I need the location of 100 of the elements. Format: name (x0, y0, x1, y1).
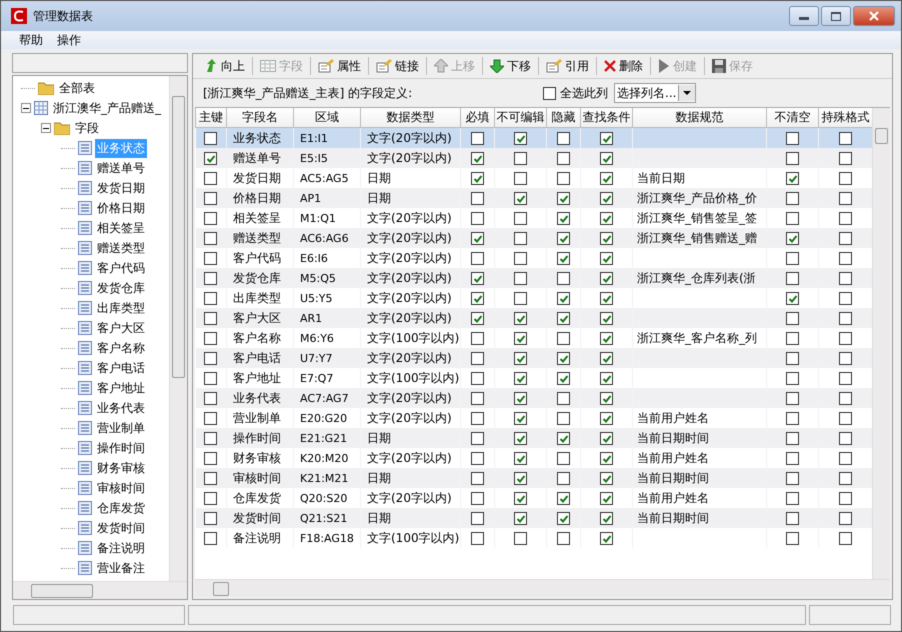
filter-field[interactable] (12, 53, 188, 73)
checkbox[interactable] (514, 452, 527, 466)
checkbox[interactable] (557, 212, 570, 226)
checkbox[interactable] (471, 152, 484, 166)
checkbox[interactable] (557, 232, 570, 246)
checkbox[interactable] (471, 232, 484, 246)
checkbox[interactable] (557, 412, 570, 426)
collapse-toggle-icon[interactable] (21, 103, 31, 113)
checkbox[interactable] (557, 512, 570, 526)
checkbox[interactable] (600, 192, 613, 206)
checkbox[interactable] (471, 312, 484, 326)
checkbox[interactable] (557, 252, 570, 266)
checkbox[interactable] (514, 312, 527, 326)
column-header[interactable]: 持殊格式 (818, 108, 872, 128)
toolbar-button[interactable]: 向上 (201, 56, 248, 76)
checkbox[interactable] (786, 252, 799, 266)
tree-item[interactable]: 备注说明 (95, 538, 147, 558)
checkbox[interactable] (600, 232, 613, 246)
column-header[interactable]: 查找条件 (580, 108, 632, 128)
checkbox[interactable] (204, 432, 218, 446)
tree-item[interactable]: 发货时间 (95, 518, 147, 538)
tree-item[interactable]: 营业备注 (95, 558, 147, 578)
checkbox[interactable] (557, 532, 570, 546)
checkbox[interactable] (839, 412, 852, 426)
checkbox[interactable] (557, 332, 570, 346)
tree-item[interactable]: 审核时间 (95, 478, 147, 498)
column-header[interactable]: 必填 (460, 108, 494, 128)
checkbox[interactable] (514, 292, 527, 306)
checkbox[interactable] (514, 372, 527, 386)
checkbox[interactable] (839, 532, 852, 546)
checkbox[interactable] (557, 392, 570, 406)
scrollbar[interactable] (872, 108, 890, 579)
column-dropdown[interactable]: 选择列名... (614, 83, 696, 103)
checkbox[interactable] (786, 312, 799, 326)
checkbox[interactable] (786, 292, 799, 306)
checkbox[interactable] (839, 212, 852, 226)
checkbox[interactable] (557, 472, 570, 486)
tree-item[interactable]: 营业制单 (95, 418, 147, 438)
tree-item[interactable]: 相关签呈 (95, 218, 147, 238)
checkbox[interactable] (471, 272, 484, 286)
checkbox[interactable] (557, 312, 570, 326)
checkbox[interactable] (204, 392, 218, 406)
menu-item[interactable]: 操作 (57, 32, 81, 48)
toolbar-button[interactable]: 链接 (373, 56, 422, 76)
checkbox[interactable] (204, 472, 218, 486)
column-header[interactable]: 字段名 (226, 108, 294, 128)
checkbox[interactable] (204, 352, 218, 366)
checkbox[interactable] (557, 152, 570, 166)
checkbox[interactable] (600, 372, 613, 386)
checkbox[interactable] (600, 532, 613, 546)
checkbox[interactable] (786, 352, 799, 366)
checkbox[interactable] (600, 132, 613, 146)
column-header[interactable]: 区域 (294, 108, 360, 128)
checkbox[interactable] (786, 492, 799, 506)
checkbox[interactable] (471, 452, 484, 466)
checkbox[interactable] (600, 332, 613, 346)
checkbox[interactable] (514, 432, 527, 446)
tree-item[interactable]: 客户代码 (95, 258, 147, 278)
checkbox[interactable] (471, 332, 484, 346)
checkbox[interactable] (839, 332, 852, 346)
tree-item[interactable]: 客户地址 (95, 378, 147, 398)
checkbox[interactable] (600, 392, 613, 406)
tree-item[interactable]: 客户名称 (95, 338, 147, 358)
column-header[interactable]: 不可编辑 (494, 108, 546, 128)
checkbox[interactable] (514, 532, 527, 546)
tree-item[interactable]: 财务审核 (95, 458, 147, 478)
maximize-button[interactable] (821, 6, 851, 26)
checkbox[interactable] (786, 372, 799, 386)
checkbox[interactable] (471, 492, 484, 506)
checkbox[interactable] (204, 492, 218, 506)
scrollbar[interactable] (195, 579, 890, 597)
checkbox[interactable] (839, 492, 852, 506)
checkbox[interactable] (514, 132, 527, 146)
tree-item[interactable]: 客户大区 (95, 318, 147, 338)
checkbox[interactable] (471, 532, 484, 546)
tree-item[interactable]: 字段 (73, 118, 101, 138)
checkbox[interactable] (786, 512, 799, 526)
checkbox[interactable] (839, 292, 852, 306)
checkbox[interactable] (786, 472, 799, 486)
checkbox[interactable] (471, 292, 484, 306)
checkbox[interactable] (786, 332, 799, 346)
checkbox[interactable] (204, 312, 218, 326)
tree-item[interactable]: 客户电话 (95, 358, 147, 378)
column-header[interactable]: 隐藏 (546, 108, 580, 128)
checkbox[interactable] (204, 292, 218, 306)
checkbox[interactable] (557, 272, 570, 286)
checkbox[interactable] (600, 472, 613, 486)
checkbox[interactable] (557, 452, 570, 466)
checkbox[interactable] (204, 192, 218, 206)
checkbox[interactable] (514, 192, 527, 206)
checkbox[interactable] (204, 152, 218, 166)
checkbox[interactable] (471, 472, 484, 486)
scrollbar[interactable] (169, 76, 187, 582)
checkbox[interactable] (839, 392, 852, 406)
checkbox[interactable] (514, 152, 527, 166)
checkbox[interactable] (557, 172, 570, 186)
checkbox[interactable] (471, 392, 484, 406)
tree-item[interactable]: 赠送单号 (95, 158, 147, 178)
tree-item[interactable]: 赠送类型 (95, 238, 147, 258)
checkbox[interactable] (204, 232, 218, 246)
